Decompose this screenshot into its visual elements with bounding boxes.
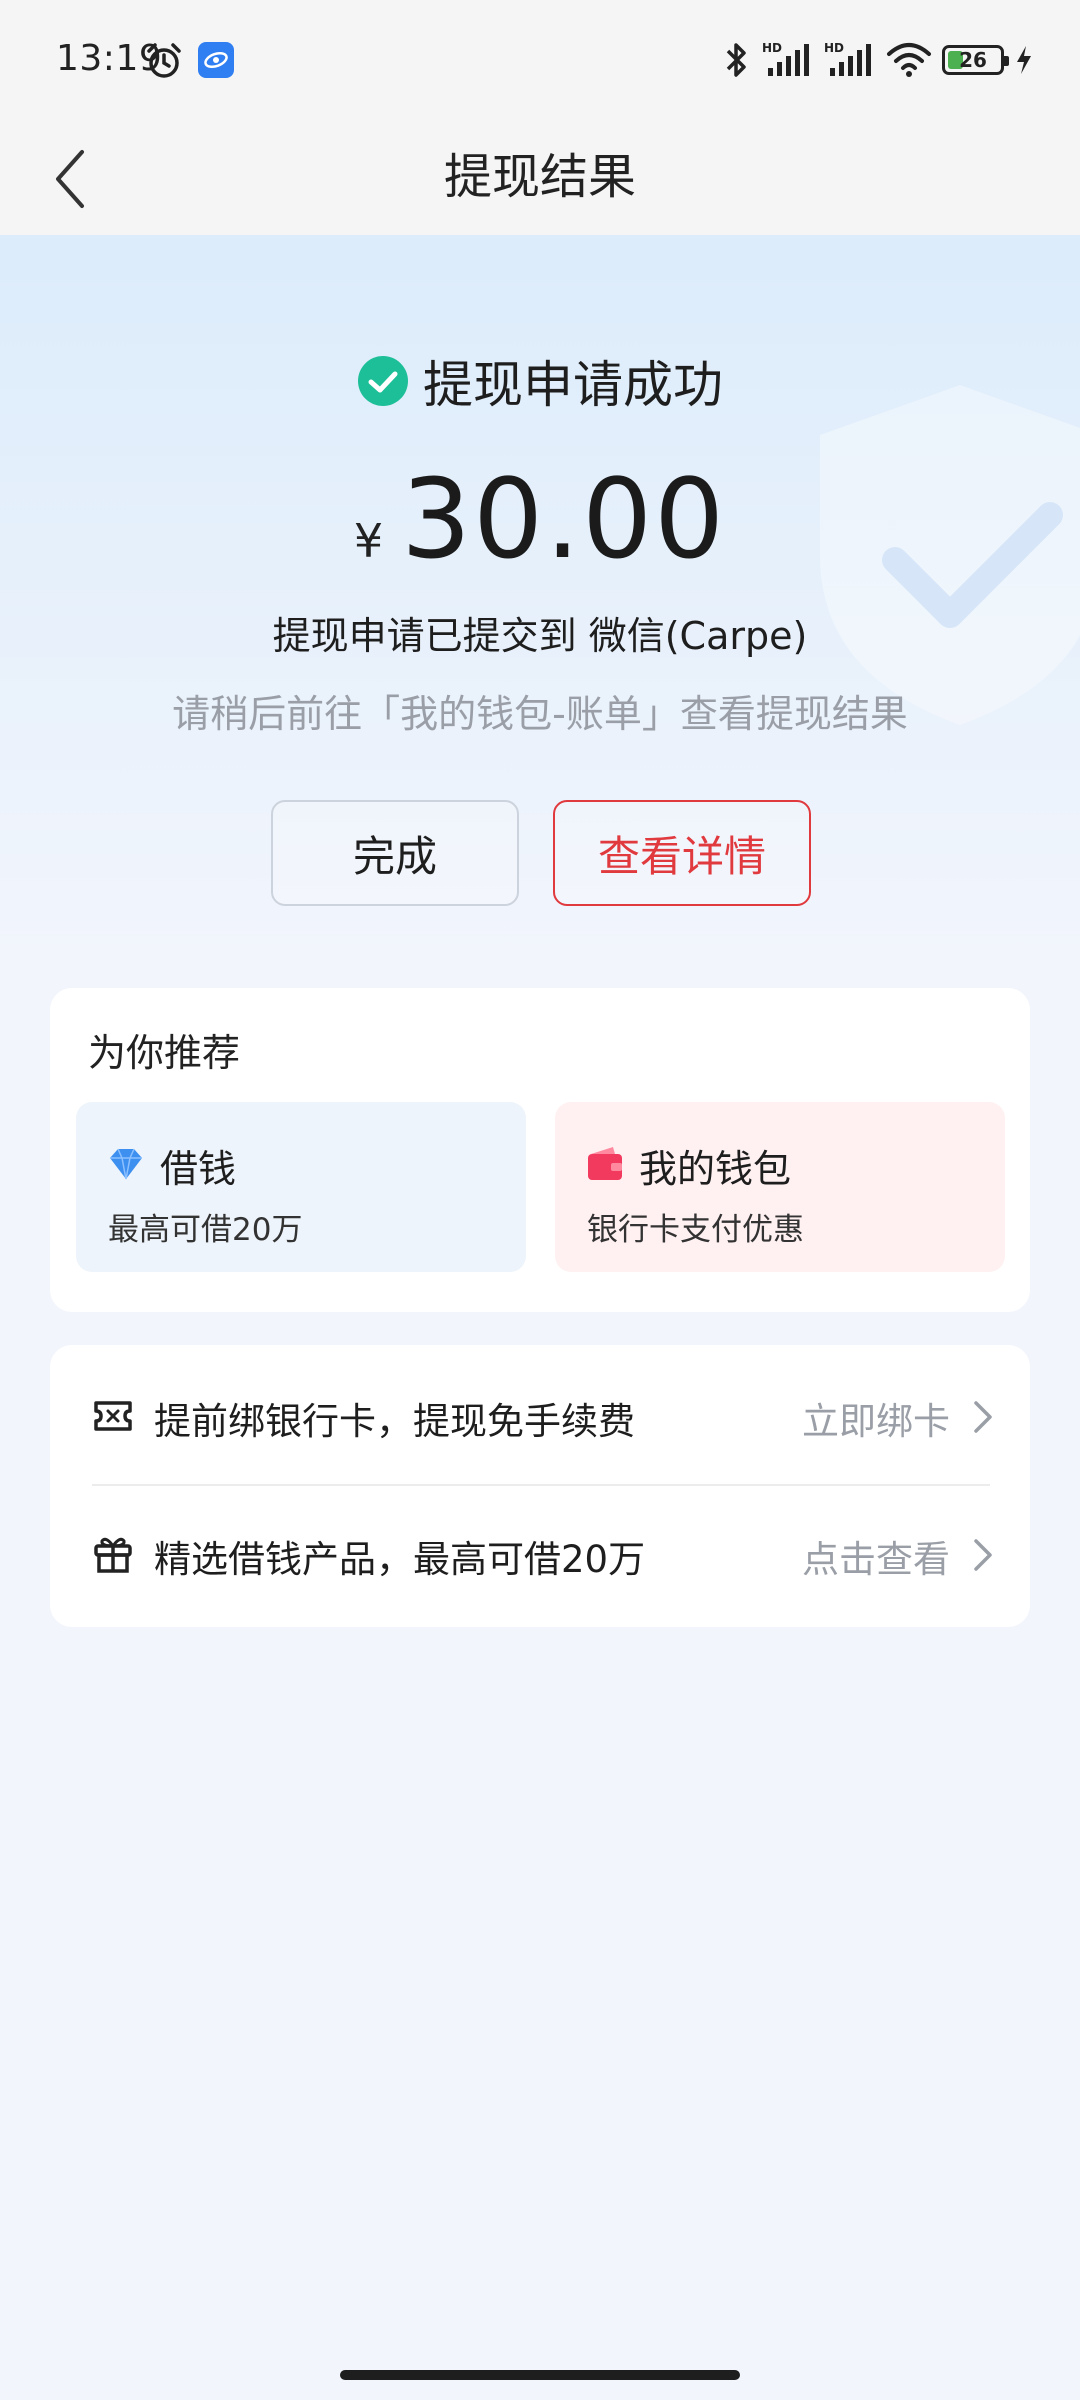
status-icons: HD HD 26	[722, 40, 1034, 80]
loan-products-row[interactable]: 精选借钱产品，最高可借20万 点击查看	[50, 1485, 1030, 1623]
page-title: 提现结果	[443, 149, 636, 205]
wallet-tile-subtitle: 银行卡支付优惠	[587, 1212, 804, 1248]
svg-text:HD: HD	[824, 41, 844, 55]
amount-row: ¥ 30.00	[0, 455, 1080, 583]
chevron-right-icon	[974, 1401, 992, 1433]
bind-card-text: 提前绑银行卡，提现免手续费	[154, 1400, 635, 1443]
ticket-icon	[94, 1401, 132, 1431]
wifi-icon	[887, 43, 931, 77]
view-detail-button[interactable]: 查看详情	[553, 800, 811, 906]
battery-icon: 26	[942, 45, 1009, 75]
recommend-card: 为你推荐 借钱 最高可借20万 我的钱包 银行卡支付优惠	[50, 988, 1030, 1312]
loan-products-text: 精选借钱产品，最高可借20万	[154, 1538, 646, 1581]
wallet-icon	[588, 1147, 622, 1180]
check-circle-icon	[358, 356, 408, 406]
borrow-tile[interactable]: 借钱 最高可借20万	[76, 1102, 526, 1272]
bind-card-action[interactable]: 立即绑卡	[802, 1391, 950, 1445]
bind-card-row[interactable]: 提前绑银行卡，提现免手续费 立即绑卡	[50, 1347, 1030, 1486]
amount-value: 30.00	[401, 455, 727, 583]
battery-level: 26	[959, 48, 987, 72]
wallet-tile-title: 我的钱包	[639, 1147, 792, 1191]
currency-symbol: ¥	[353, 514, 384, 568]
borrow-tile-subtitle: 最高可借20万	[108, 1212, 303, 1248]
status-text: 提现申请成功	[423, 356, 723, 414]
nav-bar: 提现结果	[0, 120, 1080, 235]
alarm-icon	[147, 43, 181, 78]
charging-icon	[1017, 46, 1031, 74]
hd-signal-icon: HD	[762, 41, 809, 76]
wallet-tile[interactable]: 我的钱包 银行卡支付优惠	[555, 1102, 1005, 1272]
status-row: 提现申请成功	[0, 345, 1080, 417]
bluetooth-icon	[726, 43, 746, 77]
svg-text:HD: HD	[762, 41, 782, 55]
app-notification-icon	[198, 42, 234, 78]
result-section: 提现申请成功 ¥ 30.00 提现申请已提交到 微信(Carpe) 请稍后前往「…	[0, 235, 1080, 965]
battery-cap	[1004, 56, 1009, 66]
hd-signal-icon: HD	[824, 41, 871, 76]
loan-products-action[interactable]: 点击查看	[802, 1529, 950, 1583]
gift-icon	[94, 1537, 132, 1573]
chevron-right-icon	[974, 1539, 992, 1571]
borrow-tile-title: 借钱	[160, 1147, 237, 1191]
submitted-text: 提现申请已提交到 微信(Carpe)	[272, 614, 808, 658]
hint-text: 请稍后前往「我的钱包-账单」查看提现结果	[172, 692, 908, 736]
recommend-title: 为你推荐	[88, 1031, 241, 1075]
home-indicator[interactable]	[340, 2370, 740, 2380]
promo-list-card: 提前绑银行卡，提现免手续费 立即绑卡 精选借钱产品，最高可借20万 点击查看	[50, 1345, 1030, 1627]
done-button[interactable]: 完成	[271, 800, 519, 906]
status-bar: 13:19 HD HD 26	[0, 0, 1080, 120]
diamond-icon	[110, 1148, 142, 1180]
